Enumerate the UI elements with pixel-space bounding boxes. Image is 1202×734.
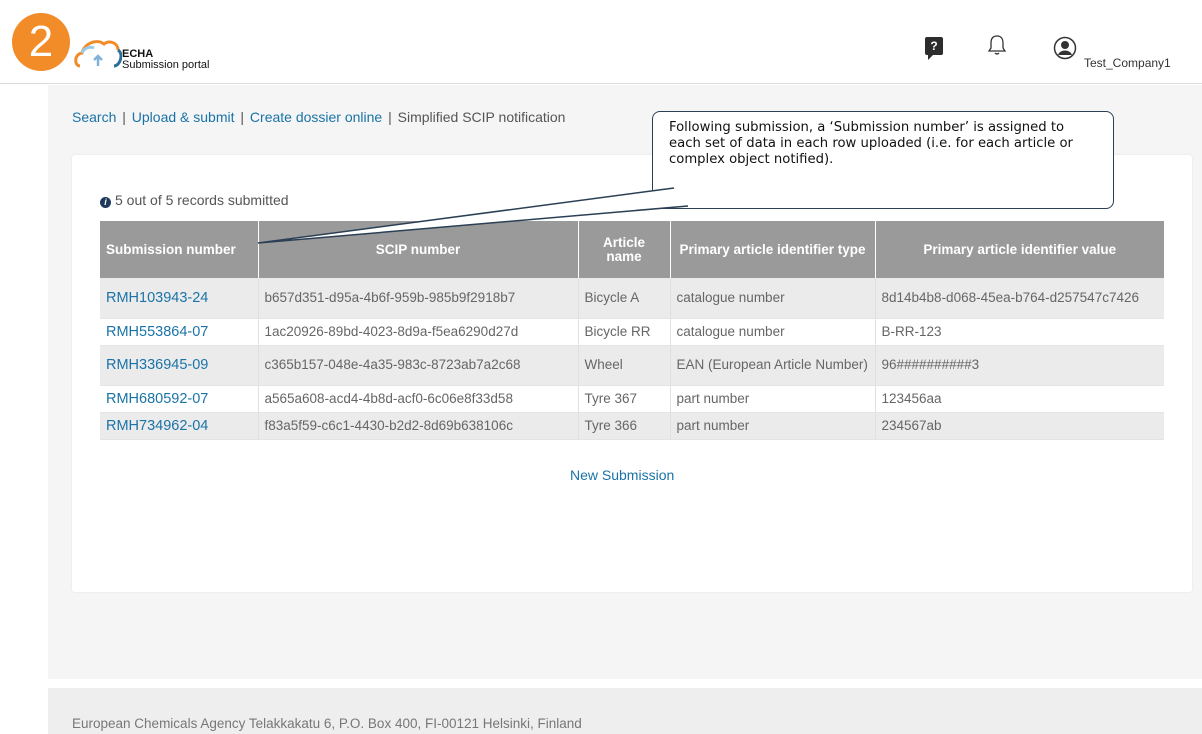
bell-icon[interactable] [987, 34, 1007, 56]
identifier-type-cell: catalogue number [670, 278, 876, 319]
article-name-cell: Bicycle A [578, 278, 671, 319]
nav-separator: | [388, 109, 392, 125]
article-name-cell: Tyre 367 [578, 385, 671, 413]
identifier-value-cell: 234567ab [875, 412, 1164, 440]
article-name-cell: Bicycle RR [578, 318, 671, 346]
header-identifier-value[interactable]: Primary article identifier value [875, 221, 1164, 278]
identifier-value-cell: 123456aa [875, 385, 1164, 413]
nav-search-link[interactable]: Search [72, 109, 116, 125]
annotation-callout: Following submission, a ‘Submission numb… [652, 111, 1114, 209]
records-status-text: 5 out of 5 records submitted [115, 192, 289, 208]
table-header-row: Submission number SCIP number Article na… [100, 221, 1164, 278]
submission-number-link[interactable]: RMH734962-04 [100, 412, 259, 440]
identifier-value-cell: 96##########3 [875, 345, 1164, 386]
info-icon: i [100, 197, 111, 208]
nav-separator: | [240, 109, 245, 125]
user-icon[interactable] [1053, 36, 1077, 60]
table-row: RMH680592-07 a565a608-acd4-4b8d-acf0-6c0… [100, 385, 1164, 413]
left-margin [0, 0, 48, 734]
company-name-label[interactable]: Test_Company1 [1084, 56, 1171, 70]
nav-create-dossier-link[interactable]: Create dossier online [250, 109, 382, 125]
top-navigation: Search | Upload & submit | Create dossie… [72, 109, 565, 125]
identifier-type-cell: catalogue number [670, 318, 876, 346]
new-submission-link[interactable]: New Submission [570, 467, 674, 483]
nav-separator: | [122, 109, 126, 125]
step-number-badge: 2 [12, 13, 70, 71]
echa-cloud-logo-icon [74, 40, 122, 68]
table-row: RMH336945-09 c365b157-048e-4a35-983c-872… [100, 345, 1164, 386]
scip-number-cell: c365b157-048e-4a35-983c-8723ab7a2c68 [258, 345, 579, 386]
submission-results-table: Submission number SCIP number Article na… [100, 221, 1164, 440]
footer-address: European Chemicals Agency Telakkakatu 6,… [72, 716, 582, 731]
nav-upload-submit-link[interactable]: Upload & submit [132, 109, 235, 125]
article-name-cell: Tyre 366 [578, 412, 671, 440]
top-header: 2 ECHA Submission portal ? Test_Company1 [0, 0, 1202, 84]
callout-text: Following submission, a ‘Submission numb… [669, 120, 1073, 167]
submission-number-link[interactable]: RMH553864-07 [100, 318, 259, 346]
identifier-type-cell: part number [670, 385, 876, 413]
identifier-value-cell: B-RR-123 [875, 318, 1164, 346]
submission-number-link[interactable]: RMH336945-09 [100, 345, 259, 386]
identifier-type-cell: EAN (European Article Number) [670, 345, 876, 386]
logo-line-portal: Submission portal [122, 59, 210, 71]
nav-simplified-scip-current: Simplified SCIP notification [397, 109, 566, 125]
feedback-question-icon[interactable]: ? [925, 37, 943, 60]
scip-number-cell: a565a608-acd4-4b8d-acf0-6c06e8f33d58 [258, 385, 579, 413]
submission-number-link[interactable]: RMH680592-07 [100, 385, 259, 413]
header-article-name[interactable]: Article name [578, 221, 671, 278]
table-row: RMH734962-04 f83a5f59-c6c1-4430-b2d2-8d6… [100, 412, 1164, 440]
header-identifier-type[interactable]: Primary article identifier type [670, 221, 876, 278]
table-row: RMH103943-24 b657d351-d95a-4b6f-959b-985… [100, 278, 1164, 319]
identifier-value-cell: 8d14b4b8-d068-45ea-b764-d257547c7426 [875, 278, 1164, 319]
article-name-cell: Wheel [578, 345, 671, 386]
header-submission-number[interactable]: Submission number [100, 221, 259, 278]
scip-number-cell: f83a5f59-c6c1-4430-b2d2-8d69b638106c [258, 412, 579, 440]
scip-number-cell: b657d351-d95a-4b6f-959b-985b9f2918b7 [258, 278, 579, 319]
table-row: RMH553864-07 1ac20926-89bd-4023-8d9a-f5e… [100, 318, 1164, 346]
scip-number-cell: 1ac20926-89bd-4023-8d9a-f5ea6290d27d [258, 318, 579, 346]
portal-logo-text[interactable]: ECHA Submission portal [122, 49, 209, 71]
header-scip-number[interactable]: SCIP number [258, 221, 579, 278]
submission-number-link[interactable]: RMH103943-24 [100, 278, 259, 319]
records-status: i 5 out of 5 records submitted [100, 192, 289, 208]
identifier-type-cell: part number [670, 412, 876, 440]
